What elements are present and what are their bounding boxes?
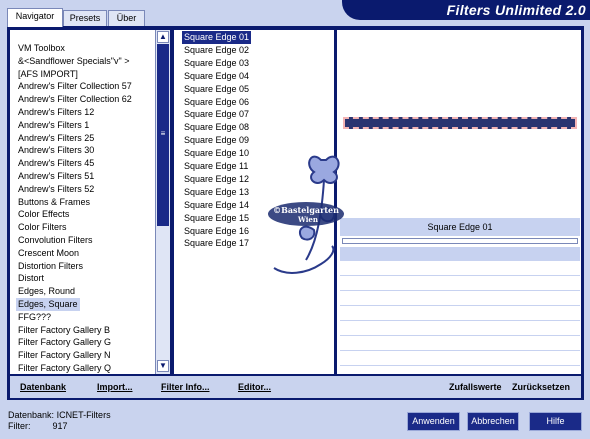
category-scrollbar[interactable]: ▲ ≡ ▼ (155, 30, 170, 374)
category-item[interactable]: Buttons & Frames (18, 196, 90, 209)
filter-item[interactable]: Square Edge 15 (184, 212, 249, 225)
filter-item[interactable]: Square Edge 11 (184, 160, 248, 173)
filter-item[interactable]: Square Edge 08 (184, 121, 249, 134)
status-db-label: Datenbank: (8, 410, 55, 420)
editor-button[interactable]: Editor... (238, 382, 271, 392)
category-item[interactable]: Color Filters (18, 221, 67, 234)
category-item[interactable]: Distort (18, 272, 44, 285)
category-item[interactable]: Andrew's Filters 45 (18, 157, 94, 170)
control-row-divider (340, 275, 580, 276)
status-db-value: ICNET-Filters (56, 410, 111, 420)
category-item[interactable]: Color Effects (18, 208, 69, 221)
filter-item[interactable]: Square Edge 17 (184, 237, 249, 250)
filter-item[interactable]: Square Edge 03 (184, 57, 249, 70)
control-row-divider (340, 365, 580, 366)
tab-navigator[interactable]: Navigator (7, 8, 63, 27)
filter-info-button[interactable]: Filter Info... (161, 382, 210, 392)
preview-edge-strip (343, 117, 577, 129)
tab-ueber[interactable]: Über (108, 10, 145, 26)
category-item[interactable]: Distortion Filters (18, 260, 83, 273)
control-row-divider (340, 290, 580, 291)
category-item[interactable]: Andrew's Filters 52 (18, 183, 94, 196)
category-item[interactable]: Edges, Square (16, 298, 80, 311)
filter-item[interactable]: Square Edge 04 (184, 70, 249, 83)
randomize-button[interactable]: Zufallswerte (449, 382, 502, 392)
status-filter-label: Filter: (8, 421, 31, 431)
status-filter-count: 917 (52, 421, 68, 431)
filter-item[interactable]: Square Edge 12 (184, 173, 249, 186)
category-item[interactable]: Andrew's Filters 12 (18, 106, 94, 119)
filter-item[interactable]: Square Edge 01 (182, 31, 252, 44)
watermark-text-2: Wien (297, 215, 318, 224)
watermark-logo: ©Bastelgarten Wien (268, 155, 344, 274)
category-item[interactable]: Crescent Moon (18, 247, 79, 260)
category-list[interactable]: VM Toolbox &<Sandflower Specials"v" > [AFS… (10, 30, 155, 374)
control-header: Square Edge 01 (340, 218, 580, 236)
filter-item[interactable]: Square Edge 05 (184, 83, 249, 96)
category-item[interactable]: Filter Factory Gallery Q (18, 362, 111, 374)
control-row-divider (340, 320, 580, 321)
apply-button[interactable]: Anwenden (407, 412, 460, 431)
category-item[interactable]: Filter Factory Gallery G (18, 336, 111, 349)
category-item[interactable]: FFG??? (18, 311, 51, 324)
control-row-divider (340, 305, 580, 306)
datenbank-button[interactable]: Datenbank (20, 382, 66, 392)
chevron-up-icon[interactable]: ▲ (157, 31, 169, 43)
watermark-text-1: ©Bastelgarten (273, 205, 339, 215)
category-item[interactable]: Edges, Round (18, 285, 75, 298)
control-row-divider (340, 350, 580, 351)
app-title: Filters Unlimited 2.0 (446, 2, 586, 18)
cancel-button[interactable]: Abbrechen (467, 412, 519, 431)
category-item[interactable]: Convolution Filters (18, 234, 93, 247)
filter-item[interactable]: Square Edge 10 (184, 147, 249, 160)
scroll-thumb[interactable]: ≡ (157, 44, 169, 226)
category-item[interactable]: &<Sandflower Specials"v" > (18, 55, 129, 68)
control-slider-empty[interactable] (340, 247, 580, 261)
import-button[interactable]: Import... (97, 382, 133, 392)
filter-item[interactable]: Square Edge 07 (184, 108, 249, 121)
category-item[interactable]: Filter Factory Gallery B (18, 324, 110, 337)
reset-button[interactable]: Zurücksetzen (512, 382, 570, 392)
filter-item[interactable]: Square Edge 09 (184, 134, 249, 147)
control-row-divider (340, 335, 580, 336)
control-slider[interactable] (342, 238, 578, 244)
grip-icon: ≡ (160, 129, 166, 138)
category-item[interactable]: Filter Factory Gallery N (18, 349, 111, 362)
filter-item[interactable]: Square Edge 02 (184, 44, 249, 57)
category-item[interactable]: Andrew's Filters 1 (18, 119, 89, 132)
filter-item[interactable]: Square Edge 14 (184, 199, 249, 212)
category-item[interactable]: [AFS IMPORT] (18, 68, 78, 81)
help-button[interactable]: Hilfe (529, 412, 582, 431)
category-item[interactable]: Andrew's Filters 30 (18, 144, 94, 157)
category-item[interactable]: VM Toolbox (18, 42, 65, 55)
category-item[interactable]: Andrew's Filters 25 (18, 132, 94, 145)
filter-item[interactable]: Square Edge 06 (184, 96, 249, 109)
category-item[interactable]: Andrew's Filter Collection 57 (18, 80, 132, 93)
tab-presets[interactable]: Presets (63, 10, 107, 26)
category-item[interactable]: Andrew's Filters 51 (18, 170, 94, 183)
chevron-down-icon[interactable]: ▼ (157, 360, 169, 372)
category-item[interactable]: Andrew's Filter Collection 62 (18, 93, 132, 106)
filter-item[interactable]: Square Edge 13 (184, 186, 249, 199)
filter-item[interactable]: Square Edge 16 (184, 225, 249, 238)
status-area: Datenbank: ICNET-Filters Filter: 917 (8, 410, 208, 436)
